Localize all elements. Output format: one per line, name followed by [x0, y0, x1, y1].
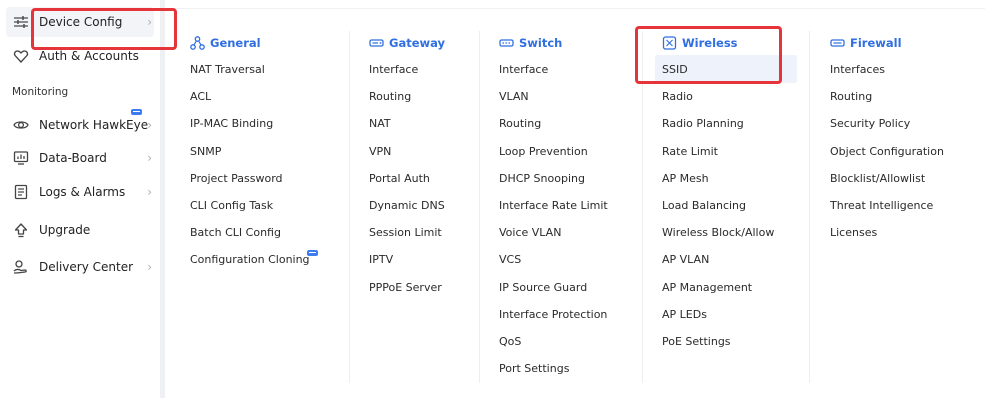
- menu-item-licenses[interactable]: Licenses: [830, 225, 877, 241]
- menu-item-wireless-block-allow[interactable]: Wireless Block/Allow: [662, 225, 774, 241]
- firewall-icon: [830, 39, 845, 47]
- menu-item-ip-source-guard[interactable]: IP Source Guard: [499, 280, 587, 296]
- menu-item-iptv[interactable]: IPTV: [369, 252, 393, 268]
- eye-icon: [13, 121, 29, 129]
- sidebar-item-network-hawkeye[interactable]: Network HawkEye ›: [6, 109, 154, 140]
- sidebar-item-delivery-center[interactable]: Delivery Center ›: [6, 252, 154, 282]
- menu-item-vlan[interactable]: VLAN: [499, 89, 529, 105]
- sidebar: Device Config › Auth & Accounts Monitori…: [0, 0, 160, 398]
- sidebar-item-logs-alarms[interactable]: Logs & Alarms ›: [6, 177, 154, 207]
- menu-item-snmp[interactable]: SNMP: [190, 144, 221, 160]
- column-title: Firewall: [850, 36, 902, 50]
- menu-item-interface[interactable]: Interface: [499, 62, 548, 78]
- menu-item-interface-rate-limit[interactable]: Interface Rate Limit: [499, 198, 608, 214]
- section-heading-monitoring: Monitoring: [12, 86, 69, 98]
- app-root: Device Config › Auth & Accounts Monitori…: [0, 0, 985, 398]
- menu-item-blocklist-allowlist[interactable]: Blocklist/Allowlist: [830, 171, 925, 187]
- column-title: Gateway: [389, 36, 446, 50]
- switch-icon: [499, 39, 514, 47]
- menu-item-vpn[interactable]: VPN: [369, 144, 391, 160]
- column-separator: [479, 31, 480, 383]
- highlight-box-wireless-ssid: [635, 26, 782, 84]
- menu-item-ap-management[interactable]: AP Management: [662, 280, 752, 296]
- menu-item-ap-mesh[interactable]: AP Mesh: [662, 171, 709, 187]
- menu-item-dhcp-snooping[interactable]: DHCP Snooping: [499, 171, 585, 187]
- menu-item-routing[interactable]: Routing: [369, 89, 411, 105]
- upload-arrow-icon: [14, 223, 28, 238]
- menu-item-poe-settings[interactable]: PoE Settings: [662, 334, 731, 350]
- menu-item-threat-intelligence[interactable]: Threat Intelligence: [830, 198, 933, 214]
- menu-item-radio-planning[interactable]: Radio Planning: [662, 116, 744, 132]
- column-header-switch: Switch: [499, 33, 562, 53]
- sidebar-item-label: Auth & Accounts: [39, 49, 139, 63]
- menu-item-project-password[interactable]: Project Password: [190, 171, 283, 187]
- sidebar-item-label: Data-Board: [39, 151, 107, 165]
- column-title: Switch: [519, 36, 563, 50]
- menu-item-radio[interactable]: Radio: [662, 89, 693, 105]
- chevron-right-icon: ›: [147, 185, 152, 199]
- menu-item-nat-traversal[interactable]: NAT Traversal: [190, 62, 265, 78]
- chevron-right-icon: ›: [147, 260, 152, 274]
- column-header-firewall: Firewall: [830, 33, 902, 53]
- chevron-right-icon: ›: [147, 151, 152, 165]
- menu-item-security-policy[interactable]: Security Policy: [830, 116, 910, 132]
- menu-item-batch-cli-config[interactable]: Batch CLI Config: [190, 225, 281, 241]
- menu-item-session-limit[interactable]: Session Limit: [369, 225, 442, 241]
- menu-item-vcs[interactable]: VCS: [499, 252, 521, 268]
- sidebar-item-label: Upgrade: [39, 223, 91, 237]
- network-nodes-icon: [190, 36, 205, 50]
- beta-badge: [131, 109, 142, 115]
- delivery-hand-icon: [13, 260, 27, 274]
- menu-item-portal-auth[interactable]: Portal Auth: [369, 171, 430, 187]
- menu-item-interface[interactable]: Interface: [369, 62, 418, 78]
- menu-item-interfaces[interactable]: Interfaces: [830, 62, 885, 78]
- column-separator: [349, 31, 350, 383]
- menu-item-qos[interactable]: QoS: [499, 334, 521, 350]
- sidebar-item-data-board[interactable]: Data-Board ›: [6, 143, 154, 173]
- monitor-chart-icon: [13, 151, 29, 165]
- menu-item-routing[interactable]: Routing: [499, 116, 541, 132]
- menu-item-acl[interactable]: ACL: [190, 89, 211, 105]
- menu-item-rate-limit[interactable]: Rate Limit: [662, 144, 718, 160]
- menu-item-interface-protection[interactable]: Interface Protection: [499, 307, 607, 323]
- device-config-menu-panel: General NAT Traversal ACL IP-MAC Binding…: [165, 8, 985, 398]
- menu-item-load-balancing[interactable]: Load Balancing: [662, 198, 746, 214]
- sidebar-item-label: Delivery Center: [39, 260, 134, 274]
- menu-item-nat[interactable]: NAT: [369, 116, 391, 132]
- highlight-box-device-config: [31, 8, 177, 50]
- menu-item-cli-config-task[interactable]: CLI Config Task: [190, 198, 273, 214]
- menu-item-ap-leds[interactable]: AP LEDs: [662, 307, 707, 323]
- router-icon: [369, 39, 384, 47]
- menu-item-ip-mac-binding[interactable]: IP-MAC Binding: [190, 116, 273, 132]
- document-list-icon: [14, 184, 28, 200]
- sidebar-item-label: Logs & Alarms: [39, 185, 126, 199]
- menu-item-routing[interactable]: Routing: [830, 89, 872, 105]
- menu-item-port-settings[interactable]: Port Settings: [499, 361, 569, 377]
- column-title: General: [210, 36, 261, 50]
- menu-item-ap-vlan[interactable]: AP VLAN: [662, 252, 709, 268]
- menu-item-dynamic-dns[interactable]: Dynamic DNS: [369, 198, 445, 214]
- sidebar-item-upgrade[interactable]: Upgrade: [6, 215, 154, 245]
- column-header-general: General: [190, 33, 261, 53]
- chevron-right-icon: ›: [147, 118, 152, 132]
- sidebar-item-label: Network HawkEye: [39, 118, 149, 132]
- menu-item-voice-vlan[interactable]: Voice VLAN: [499, 225, 561, 241]
- menu-item-pppoe-server[interactable]: PPPoE Server: [369, 280, 442, 296]
- column-header-gateway: Gateway: [369, 33, 445, 53]
- beta-badge: [307, 250, 318, 256]
- shield-heart-icon: [13, 50, 29, 63]
- menu-item-object-configuration[interactable]: Object Configuration: [830, 144, 944, 160]
- menu-item-configuration-cloning[interactable]: Configuration Cloning: [190, 252, 310, 268]
- sliders-icon: [14, 16, 28, 28]
- column-separator: [809, 31, 810, 383]
- menu-item-loop-prevention[interactable]: Loop Prevention: [499, 144, 588, 160]
